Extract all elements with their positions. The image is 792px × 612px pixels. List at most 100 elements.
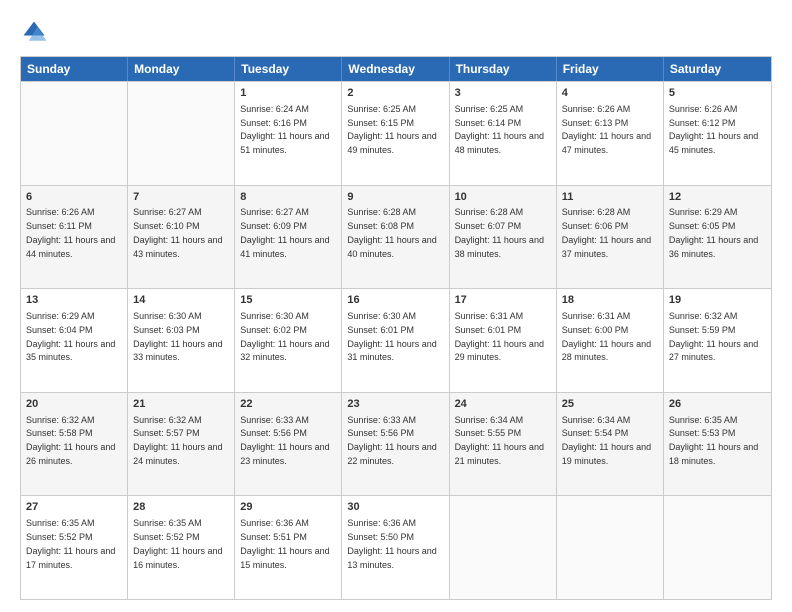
cell-info: Sunrise: 6:32 AM Sunset: 5:57 PM Dayligh… xyxy=(133,415,222,466)
cal-cell-r0-c1 xyxy=(128,82,235,185)
cal-cell-r2-c4: 17 Sunrise: 6:31 AM Sunset: 6:01 PM Dayli… xyxy=(450,289,557,392)
cal-cell-r4-c5 xyxy=(557,496,664,599)
cal-cell-r1-c2: 8 Sunrise: 6:27 AM Sunset: 6:09 PM Daylig… xyxy=(235,186,342,289)
day-number: 8 xyxy=(240,190,336,205)
day-number: 15 xyxy=(240,293,336,308)
day-number: 13 xyxy=(26,293,122,308)
cal-cell-r2-c0: 13 Sunrise: 6:29 AM Sunset: 6:04 PM Dayli… xyxy=(21,289,128,392)
cal-header-wednesday: Wednesday xyxy=(342,57,449,81)
cal-cell-r1-c6: 12 Sunrise: 6:29 AM Sunset: 6:05 PM Dayli… xyxy=(664,186,771,289)
cal-header-monday: Monday xyxy=(128,57,235,81)
day-number: 11 xyxy=(562,190,658,205)
page: SundayMondayTuesdayWednesdayThursdayFrid… xyxy=(0,0,792,612)
day-number: 6 xyxy=(26,190,122,205)
day-number: 2 xyxy=(347,86,443,101)
day-number: 27 xyxy=(26,500,122,515)
cal-cell-r4-c3: 30 Sunrise: 6:36 AM Sunset: 5:50 PM Dayli… xyxy=(342,496,449,599)
cell-info: Sunrise: 6:35 AM Sunset: 5:53 PM Dayligh… xyxy=(669,415,758,466)
cal-row-3: 20 Sunrise: 6:32 AM Sunset: 5:58 PM Dayli… xyxy=(21,392,771,496)
cal-cell-r3-c6: 26Sunrise: 6:35 AM Sunset: 5:53 PM Dayli… xyxy=(664,393,771,496)
cal-row-2: 13 Sunrise: 6:29 AM Sunset: 6:04 PM Dayli… xyxy=(21,288,771,392)
cal-cell-r4-c6 xyxy=(664,496,771,599)
day-number: 5 xyxy=(669,86,766,101)
cal-cell-r3-c1: 21Sunrise: 6:32 AM Sunset: 5:57 PM Dayli… xyxy=(128,393,235,496)
day-number: 17 xyxy=(455,293,551,308)
cal-row-1: 6 Sunrise: 6:26 AM Sunset: 6:11 PM Daylig… xyxy=(21,185,771,289)
day-number: 14 xyxy=(133,293,229,308)
cal-cell-r0-c3: 2 Sunrise: 6:25 AM Sunset: 6:15 PM Daylig… xyxy=(342,82,449,185)
cell-info: Sunrise: 6:32 AM Sunset: 5:59 PM Dayligh… xyxy=(669,311,758,362)
cal-cell-r3-c4: 24 Sunrise: 6:34 AM Sunset: 5:55 PM Dayli… xyxy=(450,393,557,496)
cal-header-tuesday: Tuesday xyxy=(235,57,342,81)
cell-info: Sunrise: 6:35 AM Sunset: 5:52 PM Dayligh… xyxy=(26,518,115,569)
day-number: 10 xyxy=(455,190,551,205)
day-number: 28 xyxy=(133,500,229,515)
cal-cell-r1-c3: 9 Sunrise: 6:28 AM Sunset: 6:08 PM Daylig… xyxy=(342,186,449,289)
day-number: 20 xyxy=(26,397,122,412)
cell-info: Sunrise: 6:34 AM Sunset: 5:55 PM Dayligh… xyxy=(455,415,544,466)
cell-info: Sunrise: 6:30 AM Sunset: 6:01 PM Dayligh… xyxy=(347,311,436,362)
logo-icon xyxy=(20,18,48,46)
cal-cell-r1-c4: 10 Sunrise: 6:28 AM Sunset: 6:07 PM Dayli… xyxy=(450,186,557,289)
day-number: 24 xyxy=(455,397,551,412)
day-number: 4 xyxy=(562,86,658,101)
cell-info: Sunrise: 6:26 AM Sunset: 6:12 PM Dayligh… xyxy=(669,104,758,155)
cal-cell-r4-c0: 27 Sunrise: 6:35 AM Sunset: 5:52 PM Dayli… xyxy=(21,496,128,599)
cell-info: Sunrise: 6:29 AM Sunset: 6:05 PM Dayligh… xyxy=(669,207,758,258)
cal-header-friday: Friday xyxy=(557,57,664,81)
cell-info: Sunrise: 6:32 AM Sunset: 5:58 PM Dayligh… xyxy=(26,415,115,466)
cal-header-saturday: Saturday xyxy=(664,57,771,81)
cell-info: Sunrise: 6:31 AM Sunset: 6:00 PM Dayligh… xyxy=(562,311,651,362)
day-number: 9 xyxy=(347,190,443,205)
cal-cell-r2-c6: 19 Sunrise: 6:32 AM Sunset: 5:59 PM Dayli… xyxy=(664,289,771,392)
day-number: 25 xyxy=(562,397,658,412)
cal-cell-r1-c5: 11Sunrise: 6:28 AM Sunset: 6:06 PM Dayli… xyxy=(557,186,664,289)
day-number: 16 xyxy=(347,293,443,308)
day-number: 19 xyxy=(669,293,766,308)
cal-cell-r3-c5: 25Sunrise: 6:34 AM Sunset: 5:54 PM Dayli… xyxy=(557,393,664,496)
cal-cell-r3-c3: 23 Sunrise: 6:33 AM Sunset: 5:56 PM Dayli… xyxy=(342,393,449,496)
cell-info: Sunrise: 6:26 AM Sunset: 6:13 PM Dayligh… xyxy=(562,104,651,155)
cal-cell-r0-c6: 5 Sunrise: 6:26 AM Sunset: 6:12 PM Daylig… xyxy=(664,82,771,185)
logo xyxy=(20,18,52,46)
day-number: 23 xyxy=(347,397,443,412)
cal-cell-r3-c0: 20 Sunrise: 6:32 AM Sunset: 5:58 PM Dayli… xyxy=(21,393,128,496)
cal-cell-r4-c2: 29 Sunrise: 6:36 AM Sunset: 5:51 PM Dayli… xyxy=(235,496,342,599)
cal-cell-r2-c1: 14 Sunrise: 6:30 AM Sunset: 6:03 PM Dayli… xyxy=(128,289,235,392)
cell-info: Sunrise: 6:28 AM Sunset: 6:07 PM Dayligh… xyxy=(455,207,544,258)
cal-cell-r3-c2: 22 Sunrise: 6:33 AM Sunset: 5:56 PM Dayli… xyxy=(235,393,342,496)
cal-cell-r2-c3: 16 Sunrise: 6:30 AM Sunset: 6:01 PM Dayli… xyxy=(342,289,449,392)
cal-row-4: 27 Sunrise: 6:35 AM Sunset: 5:52 PM Dayli… xyxy=(21,495,771,599)
cal-cell-r2-c5: 18 Sunrise: 6:31 AM Sunset: 6:00 PM Dayli… xyxy=(557,289,664,392)
cal-cell-r4-c1: 28Sunrise: 6:35 AM Sunset: 5:52 PM Dayli… xyxy=(128,496,235,599)
cell-info: Sunrise: 6:33 AM Sunset: 5:56 PM Dayligh… xyxy=(347,415,436,466)
calendar: SundayMondayTuesdayWednesdayThursdayFrid… xyxy=(20,56,772,600)
cell-info: Sunrise: 6:29 AM Sunset: 6:04 PM Dayligh… xyxy=(26,311,115,362)
cal-cell-r4-c4 xyxy=(450,496,557,599)
cal-cell-r0-c4: 3Sunrise: 6:25 AM Sunset: 6:14 PM Daylig… xyxy=(450,82,557,185)
cal-cell-r1-c0: 6 Sunrise: 6:26 AM Sunset: 6:11 PM Daylig… xyxy=(21,186,128,289)
cell-info: Sunrise: 6:36 AM Sunset: 5:50 PM Dayligh… xyxy=(347,518,436,569)
cell-info: Sunrise: 6:26 AM Sunset: 6:11 PM Dayligh… xyxy=(26,207,115,258)
day-number: 30 xyxy=(347,500,443,515)
day-number: 29 xyxy=(240,500,336,515)
calendar-body: 1 Sunrise: 6:24 AM Sunset: 6:16 PM Daylig… xyxy=(21,81,771,599)
day-number: 12 xyxy=(669,190,766,205)
cell-info: Sunrise: 6:25 AM Sunset: 6:15 PM Dayligh… xyxy=(347,104,436,155)
day-number: 22 xyxy=(240,397,336,412)
cell-info: Sunrise: 6:33 AM Sunset: 5:56 PM Dayligh… xyxy=(240,415,329,466)
cell-info: Sunrise: 6:36 AM Sunset: 5:51 PM Dayligh… xyxy=(240,518,329,569)
cal-row-0: 1 Sunrise: 6:24 AM Sunset: 6:16 PM Daylig… xyxy=(21,81,771,185)
day-number: 1 xyxy=(240,86,336,101)
cell-info: Sunrise: 6:27 AM Sunset: 6:09 PM Dayligh… xyxy=(240,207,329,258)
cell-info: Sunrise: 6:31 AM Sunset: 6:01 PM Dayligh… xyxy=(455,311,544,362)
cell-info: Sunrise: 6:30 AM Sunset: 6:03 PM Dayligh… xyxy=(133,311,222,362)
day-number: 7 xyxy=(133,190,229,205)
cell-info: Sunrise: 6:24 AM Sunset: 6:16 PM Dayligh… xyxy=(240,104,329,155)
cal-header-sunday: Sunday xyxy=(21,57,128,81)
day-number: 18 xyxy=(562,293,658,308)
cell-info: Sunrise: 6:30 AM Sunset: 6:02 PM Dayligh… xyxy=(240,311,329,362)
cell-info: Sunrise: 6:27 AM Sunset: 6:10 PM Dayligh… xyxy=(133,207,222,258)
header xyxy=(20,18,772,46)
cell-info: Sunrise: 6:28 AM Sunset: 6:08 PM Dayligh… xyxy=(347,207,436,258)
